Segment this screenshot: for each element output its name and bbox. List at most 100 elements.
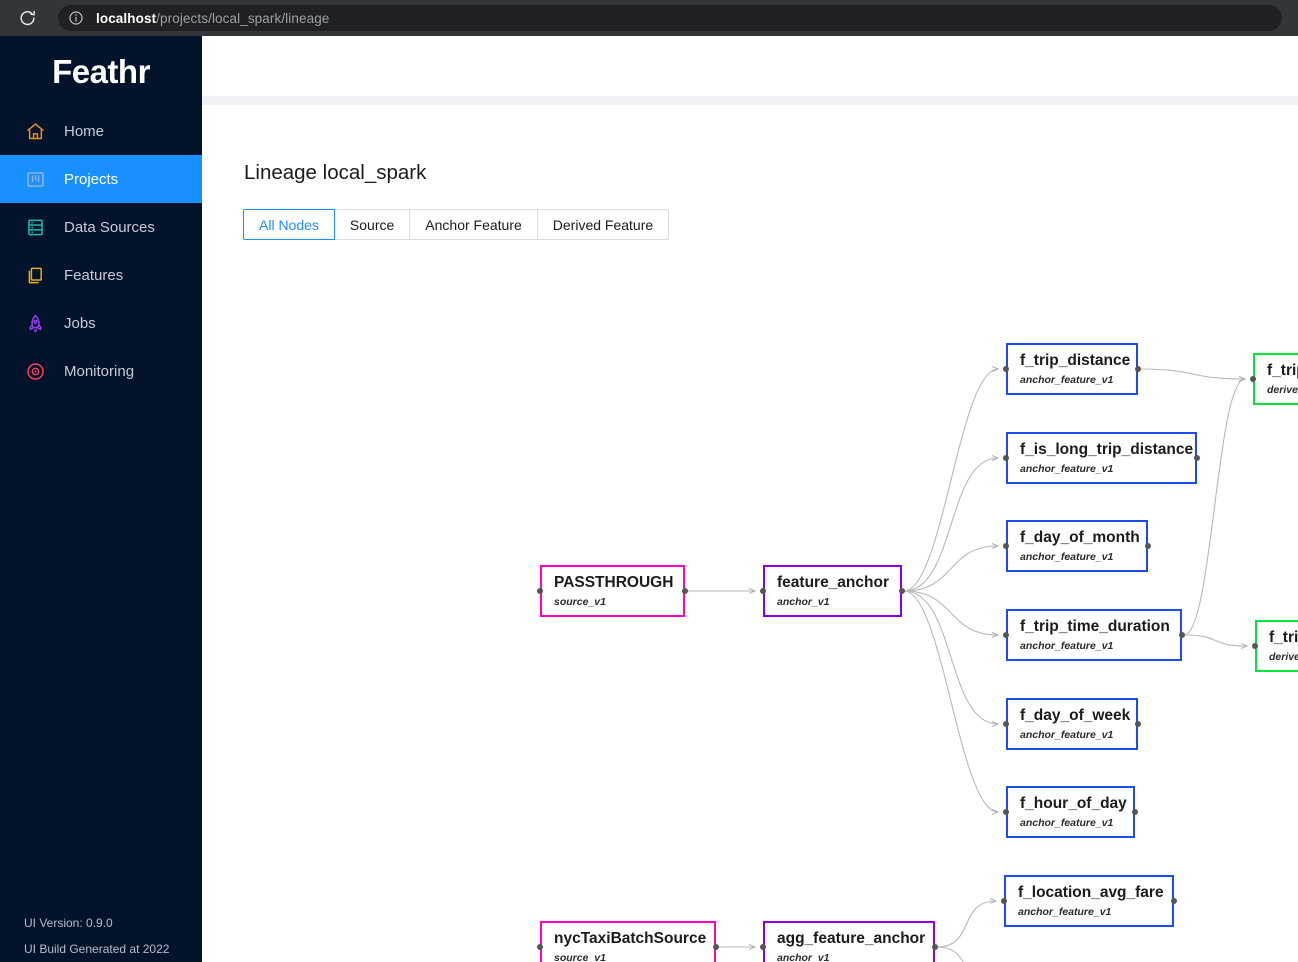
node-handle-left[interactable] [1003, 455, 1009, 461]
node-handle-right[interactable] [1171, 898, 1177, 904]
node-subtitle: derived_feature_v1 [1269, 650, 1298, 663]
graph-edge [903, 590, 998, 724]
graph-node-passthrough[interactable]: PASSTHROUGH source_v1 [537, 565, 688, 617]
node-handle-right[interactable] [1135, 721, 1141, 727]
graph-edge [1183, 379, 1245, 636]
graph-edge [903, 369, 998, 592]
eye-icon [24, 360, 46, 382]
sidebar-item-home[interactable]: Home [0, 107, 202, 155]
site-info-icon[interactable] [68, 10, 84, 26]
node-handle-left[interactable] [1252, 643, 1258, 649]
node-handle-right[interactable] [1135, 366, 1141, 372]
sidebar-item-label: Features [64, 266, 124, 284]
tab-anchor-feature[interactable]: Anchor Feature [410, 209, 538, 240]
node-handle-right[interactable] [1145, 543, 1151, 549]
node-handle-right[interactable] [682, 588, 688, 594]
tab-source[interactable]: Source [334, 209, 411, 240]
node-title: f_day_of_week [1020, 707, 1131, 725]
sidebar-item-label: Home [64, 122, 105, 140]
node-subtitle: anchor_v1 [777, 951, 830, 962]
node-subtitle: derived_feature_v1 [1267, 383, 1298, 396]
node-title: f_trip_distance [1020, 352, 1131, 370]
node-subtitle: anchor_feature_v1 [1020, 373, 1114, 386]
graph-node-f_hour_of_day[interactable]: f_hour_of_day anchor_feature_v1 [1003, 786, 1138, 838]
node-handle-right[interactable] [932, 944, 938, 950]
graph-edge [903, 458, 998, 592]
node-handle-left[interactable] [1001, 898, 1007, 904]
node-subtitle: anchor_feature_v1 [1020, 728, 1114, 741]
graph-edge [903, 590, 998, 812]
node-handle-right[interactable] [1132, 809, 1138, 815]
graph-node-f_is_long_trip_distance[interactable]: f_is_long_trip_distance anchor_feature_v1 [1003, 432, 1200, 484]
graph-node-f_day_of_month[interactable]: f_day_of_month anchor_feature_v1 [1003, 520, 1151, 572]
graph-node-f_trip_time_duration[interactable]: f_trip_time_duration anchor_feature_v1 [1003, 609, 1185, 661]
sidebar-item-features[interactable]: Features [0, 251, 202, 299]
database-icon [24, 216, 46, 238]
url-path: /projects/local_spark/lineage [156, 10, 330, 26]
app-logo[interactable]: Feathr [0, 36, 202, 107]
sidebar-item-label: Monitoring [64, 362, 135, 380]
graph-node-agg_feature_anchor[interactable]: agg_feature_anchor anchor_v1 [760, 921, 938, 962]
graph-node-f_trip_distance[interactable]: f_trip_distance anchor_feature_v1 [1003, 343, 1141, 395]
node-handle-right[interactable] [1179, 632, 1185, 638]
lineage-graph-canvas[interactable]: PASSTHROUGH source_v1 feature_anchor anchor… [215, 255, 1298, 962]
node-handle-left[interactable] [1003, 543, 1009, 549]
sidebar-item-data-sources[interactable]: Data Sources [0, 203, 202, 251]
sidebar-item-label: Jobs [64, 314, 96, 332]
graph-node-f_trip_time_rounded[interactable]: f_trip_time_rounded derived_feature_v1 [1252, 620, 1298, 672]
graph-node-f_day_of_week[interactable]: f_day_of_week anchor_feature_v1 [1003, 698, 1141, 750]
node-title: f_location_avg_fare [1018, 884, 1164, 902]
graph-node-nyc_taxi_batch_source[interactable]: nycTaxiBatchSource source_v1 [537, 921, 719, 962]
node-handle-left[interactable] [760, 588, 766, 594]
node-title: f_trip_time_distance [1267, 362, 1298, 380]
reload-icon [19, 10, 35, 25]
address-bar[interactable]: localhost/projects/local_spark/lineage [58, 5, 1282, 31]
url-host: localhost [96, 10, 157, 26]
node-handle-left[interactable] [1003, 721, 1009, 727]
rocket-icon [24, 312, 46, 334]
node-handle-left[interactable] [1003, 632, 1009, 638]
lineage-card: Lineage local_spark All Nodes Source Anc… [215, 105, 1298, 962]
node-title: feature_anchor [777, 574, 889, 592]
graph-edge [903, 590, 998, 635]
sidebar-item-label: Projects [64, 170, 119, 188]
browser-toolbar: localhost/projects/local_spark/lineage [0, 0, 1298, 36]
sidebar-item-monitoring[interactable]: Monitoring [0, 347, 202, 395]
graph-node-f_location_avg_fare[interactable]: f_location_avg_fare anchor_feature_v1 [1001, 875, 1177, 927]
node-handle-left[interactable] [1003, 809, 1009, 815]
ui-version-text: UI Version: 0.9.0 [24, 916, 113, 930]
node-subtitle: anchor_feature_v1 [1020, 816, 1114, 829]
page-title: Lineage local_spark [244, 161, 427, 184]
node-title: f_trip_time_rounded [1269, 629, 1298, 647]
node-title: f_trip_time_duration [1020, 618, 1170, 636]
node-subtitle: anchor_feature_v1 [1018, 905, 1112, 918]
node-handle-left[interactable] [760, 944, 766, 950]
node-handle-right[interactable] [899, 588, 905, 594]
node-handle-left[interactable] [1003, 366, 1009, 372]
graph-node-f_trip_time_distance[interactable]: f_trip_time_distance derived_feature_v1 [1250, 353, 1298, 405]
tab-derived-feature[interactable]: Derived Feature [537, 209, 670, 240]
ui-build-text: UI Build Generated at 2022 [24, 942, 170, 956]
graph-edge [936, 946, 964, 962]
sidebar-item-label: Data Sources [64, 218, 155, 236]
sidebar-footer: UI Version: 0.9.0 UI Build Generated at … [24, 910, 169, 962]
node-handle-right[interactable] [713, 944, 719, 950]
tab-all-nodes[interactable]: All Nodes [243, 209, 335, 240]
node-title: f_is_long_trip_distance [1020, 441, 1194, 459]
page-body: Lineage local_spark All Nodes Source Anc… [202, 36, 1298, 962]
graph-edge [1139, 368, 1245, 379]
node-filter-tabs: All Nodes Source Anchor Feature Derived … [243, 209, 670, 240]
node-subtitle: anchor_feature_v1 [1020, 639, 1114, 652]
node-handle-right[interactable] [1194, 455, 1200, 461]
node-subtitle: source_v1 [554, 951, 606, 962]
node-handle-left[interactable] [537, 944, 543, 950]
node-handle-left[interactable] [1250, 376, 1256, 382]
reload-button[interactable] [10, 1, 44, 35]
graph-node-feature_anchor[interactable]: feature_anchor anchor_v1 [760, 565, 905, 617]
node-handle-left[interactable] [537, 588, 543, 594]
features-icon [24, 264, 46, 286]
node-subtitle: anchor_feature_v1 [1020, 462, 1114, 475]
graph-edge [903, 546, 998, 592]
sidebar-item-jobs[interactable]: Jobs [0, 299, 202, 347]
sidebar-item-projects[interactable]: Projects [0, 155, 202, 203]
